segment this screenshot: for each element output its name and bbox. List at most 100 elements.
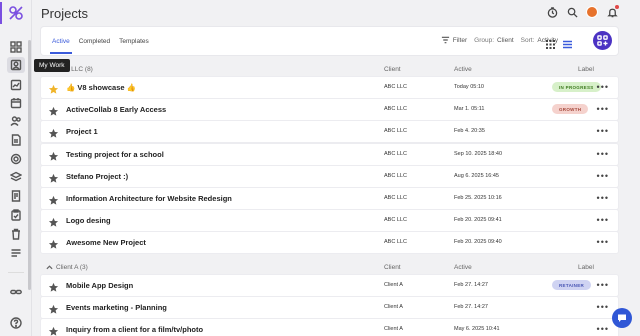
more-options-icon[interactable]: •••	[597, 171, 609, 181]
more-options-icon[interactable]: •••	[597, 82, 609, 92]
timer-icon[interactable]	[546, 6, 558, 18]
chevron-up-icon	[46, 265, 53, 270]
tab-completed[interactable]: Completed	[79, 28, 110, 54]
project-row[interactable]: ActiveCollab 8 Early Access ABC LLC Mar …	[41, 99, 618, 121]
more-options-icon[interactable]: •••	[597, 104, 609, 114]
avatar[interactable]	[586, 6, 598, 18]
more-options-icon[interactable]: •••	[597, 193, 609, 203]
more-options-icon[interactable]: •••	[597, 324, 609, 334]
project-client: ABC LLC	[384, 217, 407, 224]
chat-icon	[618, 314, 626, 322]
project-row[interactable]: Testing project for a school ABC LLC Sep…	[41, 143, 618, 165]
sidebar-scrollbar[interactable]	[28, 40, 31, 290]
project-row[interactable]: 👍 V8 showcase 👍 ABC LLC Today 05:10 IN P…	[41, 77, 618, 98]
project-name[interactable]: Stefano Project :)	[66, 172, 128, 181]
filter-icon	[441, 36, 449, 44]
calendar-icon[interactable]	[9, 96, 23, 110]
project-row[interactable]: Project 1 ABC LLC Feb 4. 20:35 •••	[41, 121, 618, 143]
grid-view-icon[interactable]	[546, 36, 555, 49]
add-project-button[interactable]	[593, 31, 612, 50]
star-icon[interactable]	[48, 171, 59, 183]
star-icon[interactable]	[48, 280, 59, 292]
more-options-icon[interactable]: •••	[597, 302, 609, 312]
star-icon[interactable]	[48, 126, 59, 139]
star-icon[interactable]	[48, 302, 59, 314]
list-view-icon[interactable]	[563, 36, 572, 49]
column-active: Active	[454, 264, 472, 271]
project-row[interactable]: Logo desing ABC LLC Feb 20. 2025 09:41 •…	[41, 210, 618, 232]
project-row[interactable]: Events marketing - Planning Client A Feb…	[41, 297, 618, 319]
rail-divider	[8, 272, 24, 273]
group-value: Client	[497, 36, 514, 44]
notifications-bell-icon[interactable]	[606, 5, 619, 18]
project-row[interactable]: Stefano Project :) ABC LLC Aug 6. 2025 1…	[41, 165, 618, 187]
project-label-badge: RETAINER	[552, 280, 592, 290]
invoices-icon[interactable]	[9, 133, 23, 147]
project-row[interactable]: Awesome New Project ABC LLC Feb 20. 2025…	[41, 232, 618, 254]
star-filled-icon[interactable]	[48, 82, 59, 94]
app-logo-icon[interactable]	[7, 4, 25, 22]
my-work-icon[interactable]	[7, 57, 25, 73]
goals-icon[interactable]	[9, 152, 23, 166]
more-options-icon[interactable]: •••	[597, 280, 609, 290]
top-icons	[546, 5, 619, 18]
layers-icon[interactable]	[9, 170, 23, 184]
more-options-icon[interactable]: •••	[597, 237, 609, 247]
project-client: ABC LLC	[384, 239, 407, 246]
reports-icon[interactable]	[9, 78, 23, 92]
project-row[interactable]: Inquiry from a client for a film/tv/phot…	[41, 319, 618, 336]
star-icon[interactable]	[48, 237, 59, 250]
project-name[interactable]: Awesome New Project	[66, 238, 146, 247]
project-row[interactable]: Mobile App Design Client A Feb 27. 14:27…	[41, 275, 618, 296]
project-name[interactable]: Mobile App Design	[66, 281, 133, 290]
project-name[interactable]: Events marketing - Planning	[66, 303, 167, 312]
people-icon[interactable]	[9, 114, 23, 128]
dashboard-icon[interactable]	[9, 40, 23, 54]
my-work-tooltip: My Work	[34, 59, 70, 72]
project-name[interactable]: Information Architecture for Website Red…	[66, 194, 232, 203]
more-options-icon[interactable]: •••	[597, 215, 609, 225]
project-name[interactable]: ActiveCollab 8 Early Access	[66, 105, 166, 114]
list-settings-icon[interactable]	[9, 246, 23, 260]
page-title: Projects	[41, 6, 88, 21]
tab-templates[interactable]: Templates	[119, 28, 149, 54]
link-icon[interactable]	[9, 285, 23, 299]
project-row[interactable]: Information Architecture for Website Red…	[41, 188, 618, 209]
filter-button[interactable]: Filter	[441, 36, 467, 44]
help-icon[interactable]	[9, 316, 23, 330]
chat-button[interactable]	[612, 308, 632, 328]
project-client: ABC LLC	[384, 128, 407, 135]
project-name[interactable]: Inquiry from a client for a film/tv/phot…	[66, 325, 203, 334]
more-options-icon[interactable]: •••	[597, 126, 609, 136]
project-client: Client A	[384, 304, 403, 311]
project-name[interactable]: Logo desing	[66, 216, 111, 225]
project-name[interactable]: Project 1	[66, 127, 98, 136]
search-icon[interactable]	[566, 6, 578, 18]
group-by-button[interactable]: Group: Client	[474, 37, 514, 44]
star-icon[interactable]	[48, 324, 59, 336]
trash-icon[interactable]	[9, 227, 23, 241]
more-options-icon[interactable]: •••	[597, 149, 609, 159]
group-name: Client A (3)	[56, 264, 88, 271]
star-icon[interactable]	[48, 149, 59, 161]
project-last-active: May 6. 2025 10:41	[454, 326, 500, 333]
project-last-active: Mar 1. 05:11	[454, 106, 485, 113]
project-last-active: Feb 20. 2025 09:41	[454, 217, 502, 224]
group-header[interactable]: ABC LLC (8) Client Active Label	[41, 63, 618, 77]
column-client: Client	[384, 66, 401, 73]
project-name[interactable]: 👍 V8 showcase 👍	[66, 83, 136, 92]
project-name[interactable]: Testing project for a school	[66, 150, 164, 159]
estimates-icon[interactable]	[9, 189, 23, 203]
group-prefix: Group:	[474, 36, 495, 44]
tab-active[interactable]: Active	[50, 28, 72, 54]
clipboard-icon[interactable]	[9, 208, 23, 222]
project-client: ABC LLC	[384, 172, 407, 179]
column-active: Active	[454, 66, 472, 73]
projects-toolbar: Active Completed Templates Filter Group:…	[41, 27, 618, 55]
project-last-active: Sep 10. 2025 18:40	[454, 150, 503, 157]
star-icon[interactable]	[48, 104, 59, 116]
project-last-active: Today 05:10	[454, 84, 484, 90]
star-icon[interactable]	[48, 215, 59, 227]
group-header[interactable]: Client A (3) Client Active Label	[41, 261, 618, 275]
star-icon[interactable]	[48, 193, 59, 205]
